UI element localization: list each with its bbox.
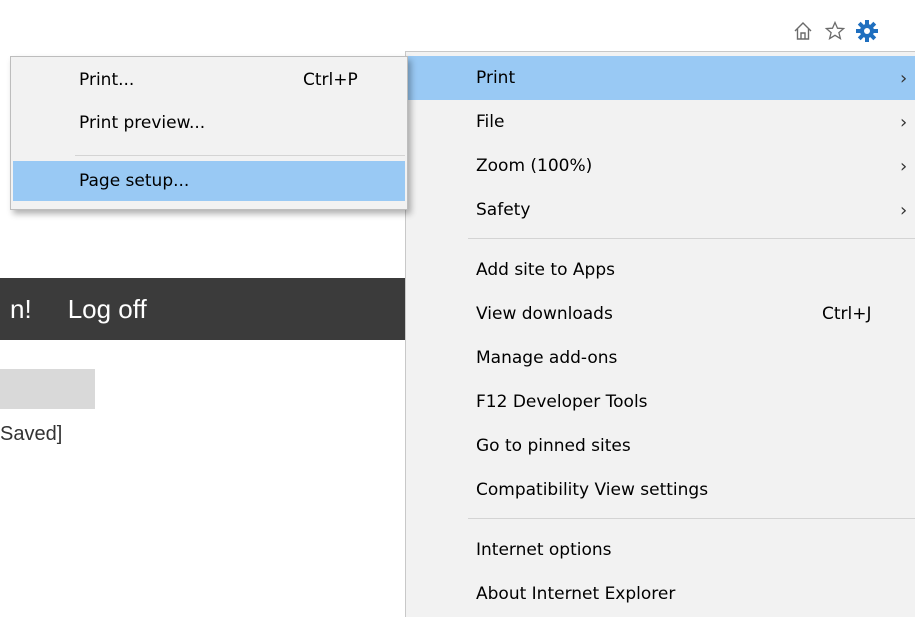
print-submenu: Print... Ctrl+P Print preview... Page se…	[10, 56, 408, 210]
menu-item-manage-add-ons[interactable]: Manage add-ons	[406, 336, 915, 380]
page-header-bar: n! Log off	[0, 278, 406, 340]
submenu-item-print-preview[interactable]: Print preview...	[13, 103, 405, 143]
menu-item-print[interactable]: Print ›	[406, 56, 915, 100]
favorites-star-icon[interactable]	[822, 18, 848, 44]
menu-item-label: Manage add-ons	[476, 348, 618, 368]
chevron-right-icon: ›	[900, 199, 908, 221]
submenu-item-shortcut: Ctrl+P	[303, 70, 358, 90]
saved-status-text: Saved]	[0, 423, 63, 445]
menu-item-go-to-pinned-sites[interactable]: Go to pinned sites	[406, 424, 915, 468]
chevron-right-icon: ›	[900, 155, 908, 177]
tools-gear-icon[interactable]	[854, 18, 880, 44]
menu-item-compatibility-view-settings[interactable]: Compatibility View settings	[406, 468, 915, 512]
submenu-item-page-setup[interactable]: Page setup...	[13, 161, 405, 201]
menu-item-f12-developer-tools[interactable]: F12 Developer Tools	[406, 380, 915, 424]
menu-separator	[468, 238, 915, 239]
menu-item-about-internet-explorer[interactable]: About Internet Explorer	[406, 572, 915, 616]
submenu-item-label: Print...	[79, 70, 135, 90]
menu-item-view-downloads[interactable]: View downloads Ctrl+J	[406, 292, 915, 336]
menu-item-label: F12 Developer Tools	[476, 392, 648, 412]
menu-item-file[interactable]: File ›	[406, 100, 915, 144]
menu-item-add-site-to-apps[interactable]: Add site to Apps	[406, 248, 915, 292]
submenu-item-print[interactable]: Print... Ctrl+P	[13, 60, 405, 100]
greeting-text: n!	[10, 293, 32, 324]
gray-placeholder-block	[0, 369, 95, 409]
chevron-right-icon: ›	[900, 67, 908, 89]
menu-item-label: Internet options	[476, 540, 612, 560]
menu-item-label: Print	[476, 68, 516, 88]
log-off-link[interactable]: Log off	[68, 294, 147, 325]
submenu-item-label: Page setup...	[79, 171, 190, 191]
menu-item-label: Go to pinned sites	[476, 436, 631, 456]
menu-item-internet-options[interactable]: Internet options	[406, 528, 915, 572]
menu-item-label: View downloads	[476, 304, 613, 324]
menu-item-safety[interactable]: Safety ›	[406, 188, 915, 232]
menu-item-label: Compatibility View settings	[476, 480, 709, 500]
menu-separator	[468, 518, 915, 519]
submenu-separator	[75, 155, 405, 156]
menu-item-shortcut: Ctrl+J	[822, 304, 872, 324]
menu-item-zoom[interactable]: Zoom (100%) ›	[406, 144, 915, 188]
tools-menu: Print › File › Zoom (100%) › Safety › Ad…	[405, 51, 915, 617]
submenu-item-label: Print preview...	[79, 113, 206, 133]
menu-item-label: File	[476, 112, 505, 132]
chevron-right-icon: ›	[900, 111, 908, 133]
menu-item-label: Add site to Apps	[476, 260, 615, 280]
menu-item-label: Zoom (100%)	[476, 156, 593, 176]
menu-item-label: Safety	[476, 200, 531, 220]
menu-item-label: About Internet Explorer	[476, 584, 676, 604]
toolbar-icons	[790, 16, 880, 46]
home-icon[interactable]	[790, 18, 816, 44]
browser-window: n! Log off Saved] Print › File › Zoom (1…	[0, 0, 915, 617]
